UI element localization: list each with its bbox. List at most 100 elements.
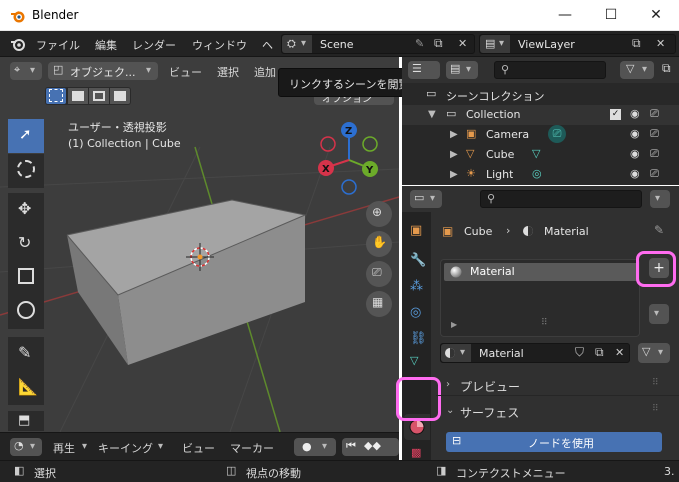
tab-texture[interactable]: ▩ <box>404 446 430 460</box>
properties-search-input[interactable]: ⚲ <box>480 190 642 208</box>
cursor-tool[interactable] <box>8 154 44 188</box>
use-nodes-button[interactable]: ⊟ ノードを使用 <box>446 432 662 452</box>
material-slot-list[interactable]: Material ▶ ⠿ <box>440 259 640 337</box>
surface-panel-header[interactable]: ⌄ サーフェス ⠿ <box>436 400 679 422</box>
outliner-search-input[interactable]: ⚲ <box>494 61 606 79</box>
tab-constraints[interactable]: ⛓ <box>404 328 430 354</box>
zoom-button[interactable]: ⊕ <box>366 201 392 227</box>
scene-selector[interactable]: ⛭ ▾ Scene ✎ ⧉ ✕ <box>281 34 475 54</box>
maximize-button[interactable]: ☐ <box>588 0 634 31</box>
select-invert-button[interactable] <box>110 88 130 104</box>
menu-edit[interactable]: 編集 <box>95 37 117 53</box>
fake-user-shield-icon[interactable]: ⛉ <box>575 345 584 360</box>
node-tree-selector[interactable]: ▽ ▾ <box>638 343 670 363</box>
expand-right-icon[interactable]: ▶ <box>450 149 458 160</box>
close-icon[interactable]: ✕ <box>458 37 467 50</box>
pan-button[interactable]: ✋ <box>366 231 392 257</box>
properties-editor-type-button[interactable]: ▭ ▾ <box>410 190 442 208</box>
camera-render-icon[interactable]: ⎚ <box>650 167 659 181</box>
close-button[interactable]: ✕ <box>633 0 679 31</box>
slot-specials-button[interactable]: ▾ <box>649 304 669 324</box>
menu-keying[interactable]: キーイング <box>98 440 153 456</box>
drag-grip-icon[interactable]: ⠿ <box>652 404 659 414</box>
eye-icon[interactable]: ◉ <box>630 147 640 160</box>
menu-window[interactable]: ウィンドウ <box>192 37 247 53</box>
menu-marker[interactable]: マーカー <box>230 440 274 456</box>
3d-viewport[interactable]: ⌖ ▾ ◰ オブジェク... ▾ ビュー 選択 追加 オプション ユーザー・透視… <box>0 57 399 432</box>
pin-icon[interactable]: ✎ <box>415 37 424 50</box>
navigation-gizmo[interactable]: Z Y X <box>312 120 388 198</box>
eye-icon[interactable]: ◉ <box>630 167 640 180</box>
tab-modifiers[interactable]: 🔧 <box>404 250 430 276</box>
select-box-tool[interactable]: ➚ <box>8 119 44 153</box>
menu-view[interactable]: ビュー <box>169 64 202 80</box>
minimize-button[interactable]: — <box>542 0 588 31</box>
properties-options-button[interactable]: ▾ <box>650 190 670 208</box>
copy-icon[interactable]: ⧉ <box>595 345 604 360</box>
menu-select[interactable]: 選択 <box>217 64 239 80</box>
menu-add[interactable]: 追加 <box>254 64 276 80</box>
drag-grip-icon[interactable]: ⠿ <box>652 378 659 388</box>
camera-render-icon[interactable]: ⎚ <box>650 127 659 141</box>
tab-data[interactable]: ▽ <box>404 354 430 368</box>
expand-right-icon[interactable]: ▶ <box>450 129 458 140</box>
checkbox-icon[interactable]: ✓ <box>610 109 621 120</box>
select-subtract-button[interactable] <box>89 88 109 104</box>
menu-timeline-view[interactable]: ビュー <box>182 440 215 456</box>
expand-right-icon[interactable]: ▶ <box>451 320 457 329</box>
add-material-slot-button[interactable]: + <box>649 258 669 278</box>
camera-view-button[interactable]: ⎚ <box>366 261 392 287</box>
viewlayer-selector[interactable]: ▤ ▾ ViewLayer ⧉ ✕ <box>479 34 676 54</box>
camera-render-icon[interactable]: ⎚ <box>650 147 659 161</box>
outliner-row-scene-collection[interactable]: ▭ シーンコレクション <box>402 85 679 105</box>
filter-button[interactable]: ▽ ▾ <box>620 61 654 79</box>
scale-tool[interactable] <box>8 261 44 295</box>
outliner-editor-type-button[interactable]: ☰ <box>408 61 440 79</box>
tab-particles[interactable]: ⁂ <box>404 276 430 302</box>
editor-type-button[interactable]: ⌖ ▾ <box>10 62 42 80</box>
close-icon[interactable]: ✕ <box>615 346 624 359</box>
menu-help[interactable]: ヘ <box>262 37 274 53</box>
preview-panel-header[interactable]: › プレビュー ⠿ <box>436 374 679 396</box>
mode-selector[interactable]: ◰ オブジェク... ▾ <box>48 62 158 80</box>
copy-icon[interactable]: ⧉ <box>434 36 443 51</box>
outliner-row-camera[interactable]: ▶ ▣ Camera ⎚ ◉ ⎚ <box>402 125 679 145</box>
copy-icon[interactable]: ⧉ <box>632 36 641 51</box>
outliner-row-collection[interactable]: ▼ ▭ Collection ✓ ◉ ⎚ <box>402 105 679 125</box>
menu-file[interactable]: ファイル <box>36 37 80 53</box>
material-browse-button[interactable]: ▾ <box>441 344 471 362</box>
measure-tool[interactable]: 📐 <box>8 371 44 405</box>
scene-browse-button[interactable]: ⛭ ▾ <box>282 35 312 53</box>
tab-physics[interactable]: ◎ <box>404 302 430 328</box>
perspective-toggle-button[interactable]: ▦ <box>366 291 392 317</box>
outliner-row-cube[interactable]: ▶ ▽ Cube ▽ ◉ ⎚ <box>402 145 679 165</box>
select-new-button[interactable] <box>46 88 66 104</box>
keyframe-record-button[interactable]: ● ▾ <box>294 438 336 456</box>
pin-icon[interactable]: ✎ <box>654 223 664 237</box>
outliner-row-light[interactable]: ▶ ☀ Light ◎ ◉ ⎚ <box>402 165 679 185</box>
new-collection-icon[interactable]: ⧉ <box>662 61 671 76</box>
blender-menu-icon[interactable] <box>10 37 26 51</box>
eye-icon[interactable]: ◉ <box>630 107 640 120</box>
select-extend-button[interactable] <box>68 88 88 104</box>
add-cube-tool[interactable]: ⬒ <box>8 411 44 431</box>
menu-playback[interactable]: 再生 <box>53 440 75 456</box>
playback-controls[interactable]: ⏮ ◆◆ <box>342 438 399 456</box>
close-icon[interactable]: ✕ <box>656 37 665 50</box>
transform-tool[interactable] <box>8 295 44 329</box>
resize-grip-icon[interactable]: ⠿ <box>541 318 548 328</box>
material-slot-row[interactable]: Material <box>444 263 638 281</box>
expand-right-icon[interactable]: ▶ <box>450 169 458 180</box>
eye-icon[interactable]: ◉ <box>630 127 640 140</box>
material-datablock[interactable]: ▾ Material ⛉ ⧉ ✕ <box>440 343 630 363</box>
camera-render-icon[interactable]: ⎚ <box>650 107 659 121</box>
tab-object[interactable]: ▣ <box>404 220 430 246</box>
rotate-tool[interactable]: ↻ <box>8 227 44 261</box>
viewlayer-browse-button[interactable]: ▤ ▾ <box>480 35 510 53</box>
display-mode-button[interactable]: ▤ ▾ <box>446 61 478 79</box>
timeline-editor-type-button[interactable]: ◔ ▾ <box>10 438 42 456</box>
move-tool[interactable]: ✥ <box>8 193 44 227</box>
menu-render[interactable]: レンダー <box>132 37 176 53</box>
annotate-tool[interactable]: ✎ <box>8 337 44 371</box>
expand-down-icon[interactable]: ▼ <box>428 109 436 120</box>
